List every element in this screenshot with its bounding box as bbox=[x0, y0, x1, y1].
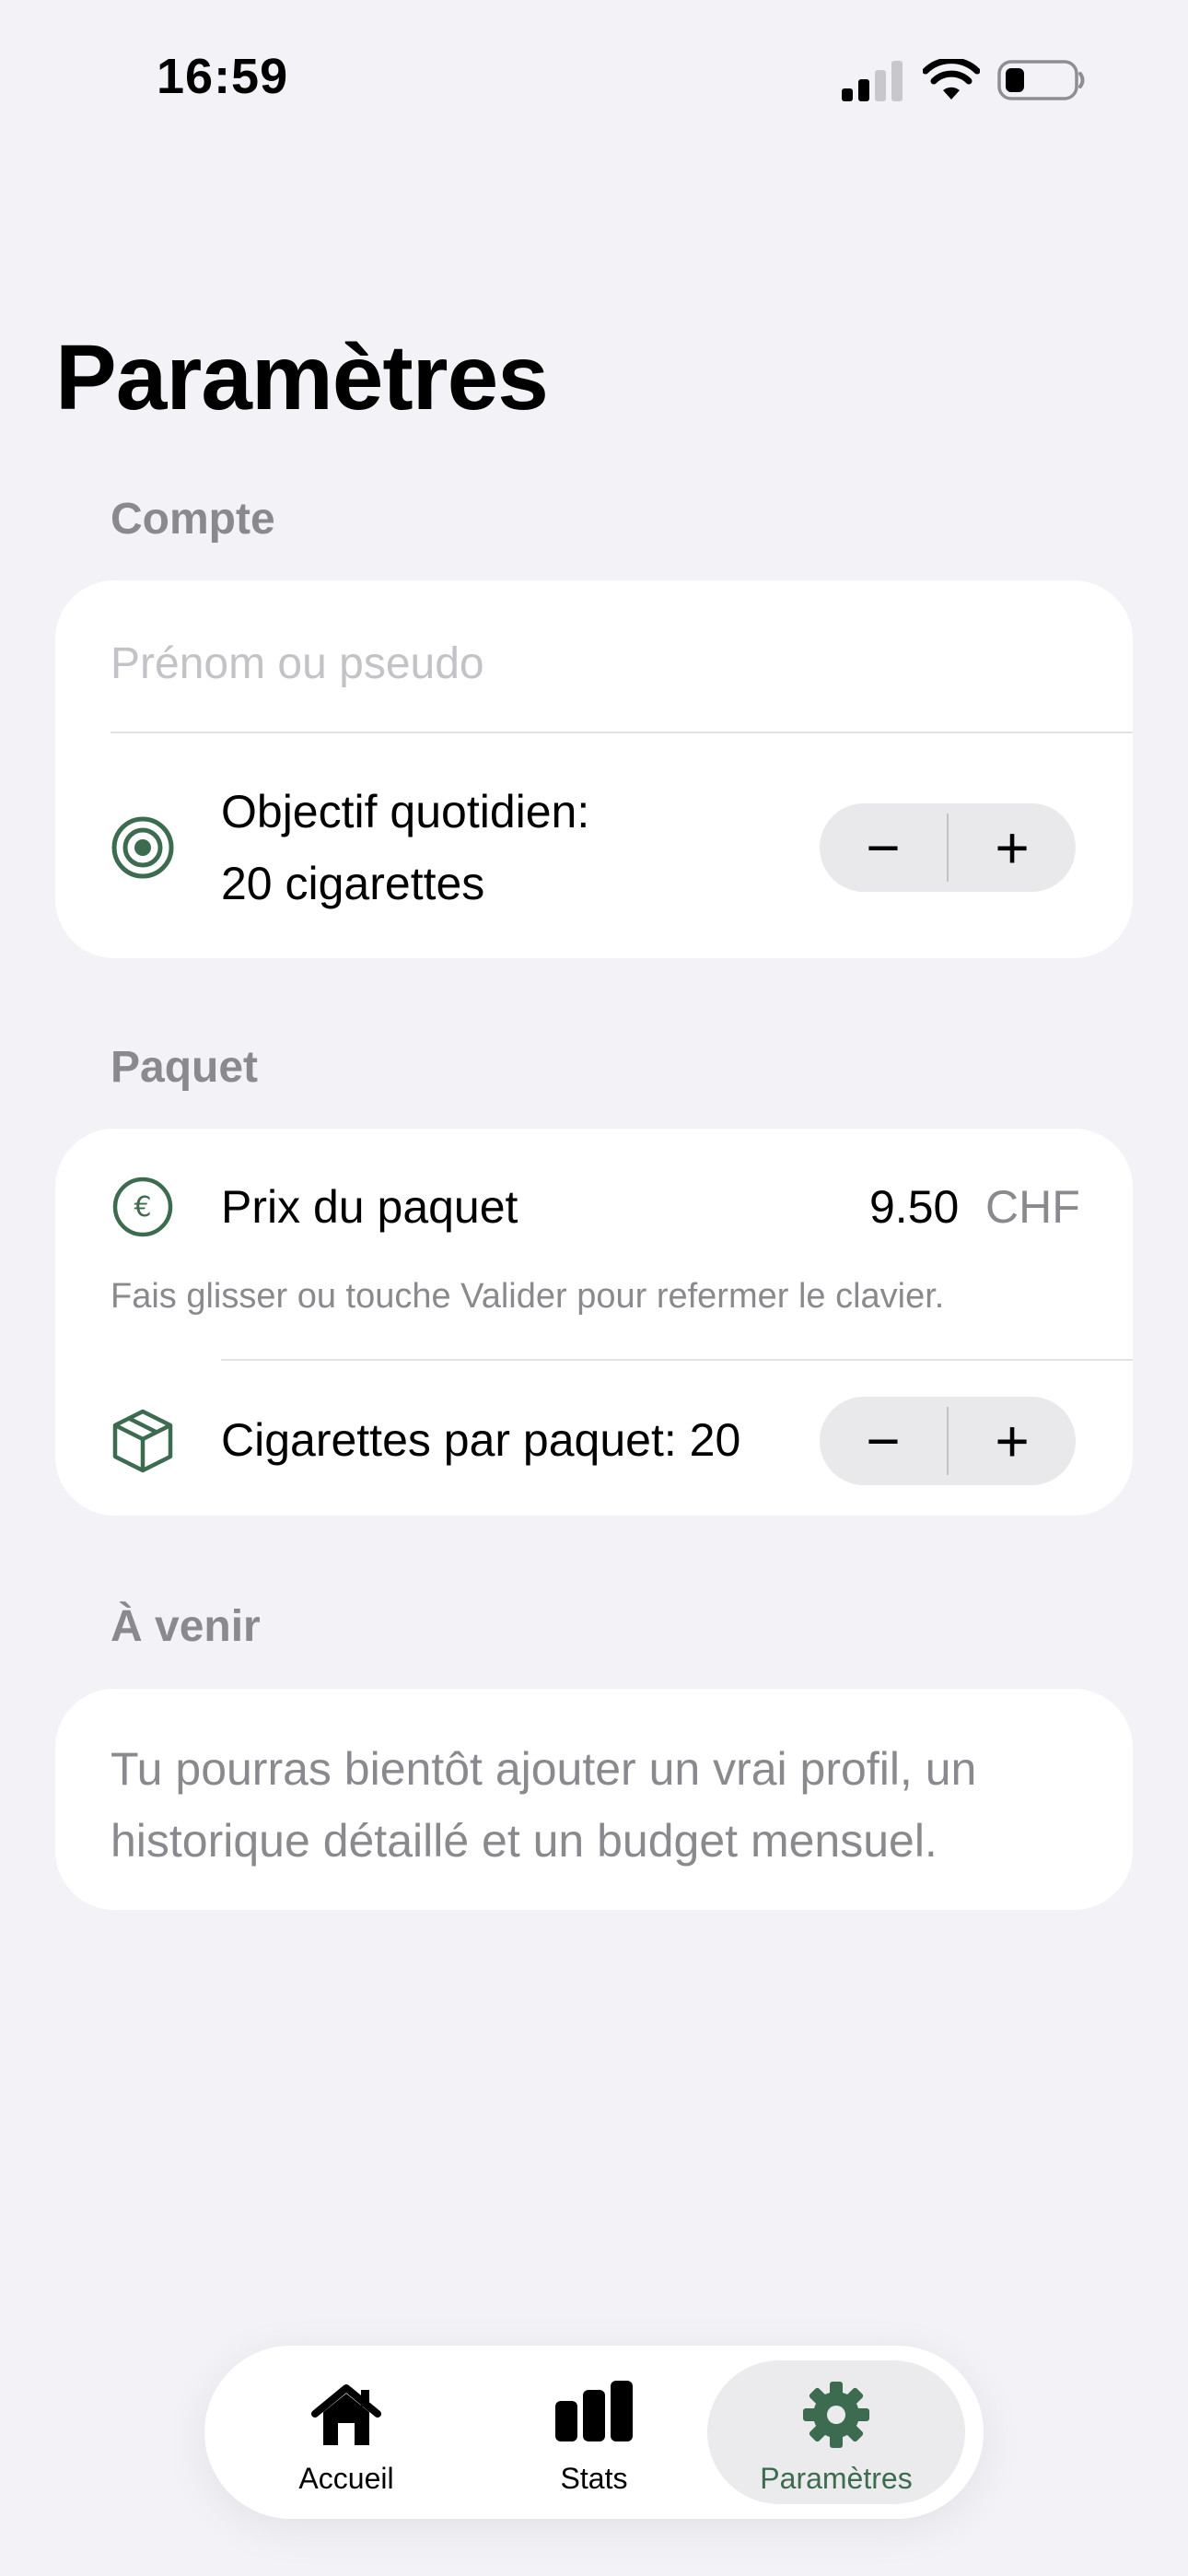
daily-goal-title: Objectif quotidien: bbox=[221, 786, 590, 837]
cellular-signal-icon bbox=[842, 61, 906, 101]
name-input[interactable] bbox=[111, 626, 1077, 700]
pack-price-label: Prix du paquet bbox=[221, 1181, 518, 1233]
house-icon bbox=[311, 2384, 381, 2445]
target-icon bbox=[111, 816, 174, 879]
section-header-pack: Paquet bbox=[111, 1043, 259, 1092]
upcoming-description: Tu pourras bientôt ajouter un vrai profi… bbox=[111, 1733, 1077, 1877]
section-header-account: Compte bbox=[111, 495, 275, 544]
cigarettes-per-pack-decrement-button[interactable]: − bbox=[820, 1397, 947, 1485]
cigarettes-per-pack-stepper: − + bbox=[820, 1397, 1076, 1485]
daily-goal-increment-button[interactable]: + bbox=[949, 803, 1076, 892]
status-time: 16:59 bbox=[157, 49, 289, 104]
divider bbox=[221, 1359, 1133, 1361]
section-header-upcoming: À venir bbox=[111, 1602, 261, 1651]
divider bbox=[111, 732, 1133, 733]
cigarettes-per-pack-increment-button[interactable]: + bbox=[949, 1397, 1076, 1485]
gear-icon bbox=[803, 2382, 869, 2448]
upcoming-card: Tu pourras bientôt ajouter un vrai profi… bbox=[55, 1689, 1133, 1910]
tab-label: Paramètres bbox=[760, 2462, 913, 2495]
euro-icon: € bbox=[112, 1177, 173, 1237]
status-bar: 16:59 bbox=[0, 0, 1188, 157]
bar-chart-icon bbox=[555, 2381, 633, 2441]
daily-goal-stepper: − + bbox=[820, 803, 1076, 892]
keyboard-hint: Fais glisser ou touche Valider pour refe… bbox=[111, 1277, 945, 1316]
svg-text:€: € bbox=[134, 1191, 151, 1224]
battery-icon bbox=[997, 60, 1085, 100]
cigarettes-per-pack-label: Cigarettes par paquet: 20 bbox=[221, 1414, 741, 1466]
page-title: Paramètres bbox=[55, 326, 549, 429]
upcoming-line: Tu pourras bientôt ajouter un vrai profi… bbox=[111, 1743, 977, 1795]
tab-settings[interactable]: Paramètres bbox=[707, 2360, 965, 2504]
tab-label: Stats bbox=[560, 2462, 628, 2495]
box-icon bbox=[112, 1409, 173, 1473]
tab-home[interactable]: Accueil bbox=[217, 2360, 475, 2504]
upcoming-line: historique détaillé et un budget mensuel… bbox=[111, 1815, 938, 1867]
daily-goal-value: 20 cigarettes bbox=[221, 858, 485, 909]
pack-card: € Prix du paquet 9.50 CHF Fais glisser o… bbox=[55, 1129, 1133, 1516]
tab-bar: Accueil Stats Paramètres bbox=[204, 2346, 984, 2519]
tab-label: Accueil bbox=[298, 2462, 394, 2495]
tab-stats[interactable]: Stats bbox=[465, 2360, 723, 2504]
wifi-icon bbox=[923, 59, 980, 100]
pack-price-currency: CHF bbox=[985, 1181, 1080, 1233]
daily-goal-decrement-button[interactable]: − bbox=[820, 803, 947, 892]
daily-goal-label: Objectif quotidien: 20 cigarettes bbox=[221, 776, 589, 919]
account-card: Objectif quotidien: 20 cigarettes − + bbox=[55, 580, 1133, 958]
pack-price-value[interactable]: 9.50 bbox=[869, 1171, 959, 1243]
